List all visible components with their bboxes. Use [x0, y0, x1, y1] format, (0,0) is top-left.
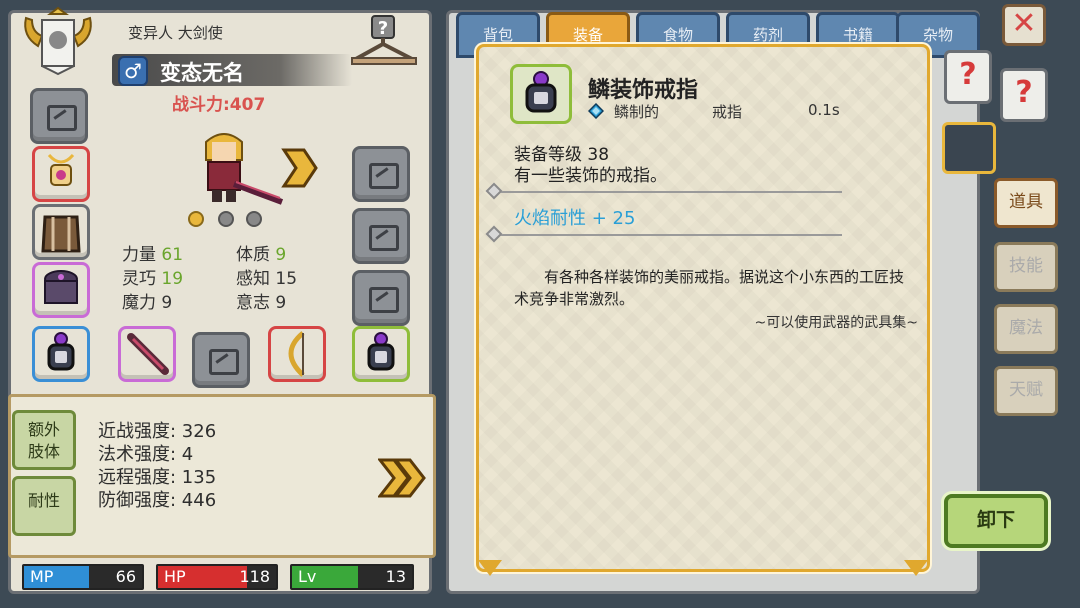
item-material: 鳞制的	[614, 103, 660, 121]
bow-icon	[288, 331, 305, 377]
equip-slot-ring-2[interactable]	[352, 326, 410, 382]
page-dot[interactable]	[246, 211, 262, 227]
hp-label: HP	[164, 567, 186, 586]
equip-slot-ring-1[interactable]	[32, 326, 90, 382]
double-arrow-icon[interactable]	[376, 456, 428, 500]
race-class-label: 变异人 大剑使	[128, 24, 223, 42]
ring-icon	[367, 332, 395, 371]
help-button[interactable]: ?	[944, 50, 992, 104]
page-dot-active[interactable]	[188, 211, 204, 227]
sword-icon	[127, 333, 169, 375]
hp-value: 118	[239, 567, 270, 586]
mp-value: 66	[115, 567, 136, 586]
equip-slot-empty[interactable]	[352, 208, 410, 264]
character-name: 变态无名	[160, 61, 244, 85]
attr-will: 意志 9	[236, 293, 287, 313]
extra-limbs-button[interactable]: 额外 肢体	[12, 410, 76, 470]
helmet-icon	[44, 270, 78, 304]
item-name: 鳞装饰戒指	[588, 78, 699, 103]
card-notch	[904, 560, 928, 576]
material-gem-icon	[587, 102, 605, 120]
help-button[interactable]: ?	[1000, 68, 1048, 122]
item-source: ~可以使用武器的武具集~	[754, 315, 918, 331]
side-tab-items[interactable]: 道具	[994, 178, 1058, 228]
item-description: 有各种各样装饰的美丽戒指。据说这个小东西的工匠技术竞争非常激烈。	[514, 268, 905, 308]
stat-defense: 防御强度: 446	[98, 490, 217, 511]
armor-icon	[41, 215, 81, 253]
class-emblem-icon	[20, 6, 96, 76]
page-dot[interactable]	[218, 211, 234, 227]
equip-slot-empty[interactable]	[352, 270, 410, 326]
item-bonus: 火焰耐性 + 25	[514, 208, 636, 229]
ring-icon	[525, 71, 557, 113]
hanger-help-icon[interactable]: ?	[348, 14, 420, 70]
mp-bar: MP 66	[22, 564, 144, 590]
resistance-button[interactable]: 耐性	[12, 476, 76, 536]
equip-slot-empty[interactable]	[30, 88, 88, 144]
level-value: 13	[385, 567, 406, 586]
level-label: Lv	[298, 567, 317, 586]
card-notch	[478, 560, 502, 576]
item-type: 戒指	[712, 103, 743, 121]
divider	[490, 234, 842, 236]
next-arrow-icon[interactable]	[280, 148, 318, 188]
attr-constitution: 体质 9	[236, 245, 287, 265]
item-short-desc: 有一些装饰的戒指。	[514, 166, 667, 186]
level-bar: Lv 13	[290, 564, 414, 590]
equip-slot-weapon[interactable]	[118, 326, 176, 382]
equip-slot-amulet[interactable]	[32, 146, 90, 202]
equip-slot-empty[interactable]	[352, 146, 410, 202]
equip-slot-helmet[interactable]	[32, 262, 90, 318]
combat-power: 战斗力:407	[172, 95, 266, 115]
side-tab-skills[interactable]: 技能	[994, 242, 1058, 292]
svg-text:?: ?	[378, 18, 388, 39]
selected-slot[interactable]	[942, 122, 996, 174]
divider	[490, 191, 842, 193]
hp-bar: HP 118	[156, 564, 278, 590]
side-tab-talent[interactable]: 天赋	[994, 366, 1058, 416]
stat-melee: 近战强度: 326	[98, 421, 217, 442]
attr-strength: 力量 61	[122, 245, 184, 265]
item-weight: 0.1s	[808, 101, 840, 119]
amulet-icon	[47, 153, 75, 186]
attr-dexterity: 灵巧 19	[122, 269, 184, 289]
ring-icon	[47, 332, 75, 371]
close-button[interactable]: ✕	[1002, 4, 1046, 46]
attr-magic: 魔力 9	[122, 293, 173, 313]
stat-ranged: 远程强度: 135	[98, 467, 217, 488]
equip-slot-bow[interactable]	[268, 326, 326, 382]
mp-label: MP	[30, 567, 54, 586]
equip-slot-armor[interactable]	[32, 204, 90, 260]
unequip-button[interactable]: 卸下	[944, 494, 1048, 548]
stat-spell: 法术强度: 4	[98, 444, 194, 465]
male-gender-icon: ♂	[118, 56, 148, 86]
item-icon-frame	[510, 64, 572, 124]
equip-slot-empty[interactable]	[192, 332, 250, 388]
hero-sprite	[194, 126, 284, 205]
attr-perception: 感知 15	[236, 269, 298, 289]
side-tab-magic[interactable]: 魔法	[994, 304, 1058, 354]
